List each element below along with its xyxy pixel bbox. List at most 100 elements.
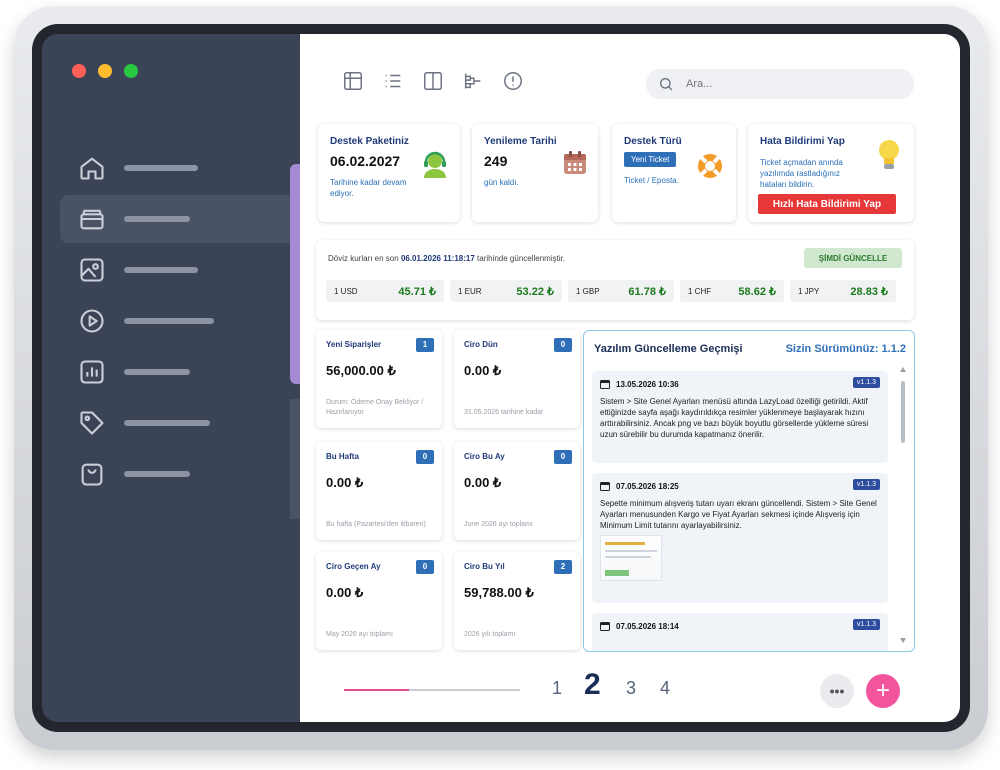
stat-count-badge: 0 (416, 560, 434, 574)
screen: Destek Paketiniz 06.02.2027 Tarihine kad… (42, 34, 960, 722)
entry-text: Sepette minimum alışveriş tutarı uyarı e… (600, 499, 877, 530)
update-entry: 07.05.2026 18:25 v1.1.3 Sepette minimum … (592, 473, 888, 603)
maximize-dot[interactable] (124, 64, 138, 78)
minimize-dot[interactable] (98, 64, 112, 78)
list-icon[interactable] (382, 70, 404, 92)
current-version: Sizin Sürümünüz: 1.1.2 (785, 343, 906, 355)
stat-card-revenue-this-month[interactable]: Ciro Bu Ay 0 0.00 ₺ June 2026 ayı toplam… (454, 442, 580, 540)
wallet-icon (80, 209, 104, 230)
version-tag: v1.1.3 (852, 479, 880, 490)
sidebar-item-wallet[interactable] (60, 195, 300, 243)
columns-icon[interactable] (422, 70, 444, 92)
page-4[interactable]: 4 (660, 678, 670, 699)
stat-value: 0.00 ₺ (464, 363, 502, 378)
calendar-icon (600, 622, 610, 631)
page-progress (344, 689, 520, 691)
scroll-down-icon[interactable] (900, 638, 906, 643)
update-entry: 07.05.2026 18:14 v1.1.3 (592, 613, 888, 651)
stat-count-badge: 0 (554, 450, 572, 464)
support-package-card: Destek Paketiniz 06.02.2027 Tarihine kad… (318, 124, 460, 222)
page-3[interactable]: 3 (626, 678, 636, 699)
lightbulb-icon (879, 140, 899, 169)
page-1[interactable]: 1 (552, 678, 562, 699)
currency-update-text: Döviz kurları en son 06.01.2026 11:18:17… (328, 254, 565, 263)
calendar-icon (600, 482, 610, 491)
sidebar-item-placeholder (124, 420, 210, 426)
sidebar-item-placeholder (124, 165, 198, 171)
alert-icon[interactable] (502, 70, 524, 92)
entry-date-text: 07.05.2026 18:25 (616, 481, 679, 491)
table-icon[interactable] (342, 70, 364, 92)
sidebar-item-shop[interactable] (60, 450, 300, 498)
currency-panel: Döviz kurları en son 06.01.2026 11:18:17… (316, 240, 914, 320)
stat-count-badge: 0 (554, 338, 572, 352)
search-bar[interactable] (646, 69, 914, 99)
close-dot[interactable] (72, 64, 86, 78)
stat-note: May 2026 ayı toplamı (326, 631, 393, 638)
card-title: Yenileme Tarihi (484, 136, 557, 147)
screenshot-thumbnail[interactable] (600, 535, 662, 581)
home-icon (80, 157, 104, 180)
stat-card-new-orders[interactable]: Yeni Siparişler 1 56,000.00 ₺ Durum: Öde… (316, 330, 442, 428)
card-note: Ticket açmadan anında yazılımda rastladı… (760, 158, 843, 189)
sidebar (42, 34, 304, 722)
sidebar-item-home[interactable] (60, 144, 300, 192)
stat-value: 56,000.00 ₺ (326, 363, 396, 378)
rate-chf: 1 CHF 58.62 ₺ (680, 280, 784, 302)
stat-value: 0.00 ₺ (464, 475, 502, 490)
entry-text: Sistem > Site Genel Ayarları menüsü altı… (600, 397, 869, 439)
stat-value: 59,788.00 ₺ (464, 585, 534, 600)
scroll-thumb[interactable] (901, 381, 905, 443)
quick-bug-report-button[interactable]: Hızlı Hata Bildirimi Yap (758, 194, 896, 214)
rate-value: 58.62 ₺ (738, 285, 776, 298)
sidebar-item-gallery[interactable] (60, 246, 300, 294)
card-title: Destek Paketiniz (330, 136, 409, 147)
stat-value: 0.00 ₺ (326, 585, 364, 600)
sidebar-item-media[interactable] (60, 297, 300, 345)
tablet-bezel: Destek Paketiniz 06.02.2027 Tarihine kad… (32, 24, 970, 732)
new-ticket-badge[interactable]: Yeni Ticket (624, 152, 677, 167)
lifebuoy-icon (698, 154, 722, 178)
rate-code: 1 USD (334, 286, 358, 296)
stat-card-revenue-yesterday[interactable]: Ciro Dün 0 0.00 ₺ 31.05.2026 tarihine ka… (454, 330, 580, 428)
stat-card-this-week[interactable]: Bu Hafta 0 0.00 ₺ Bu hafta (Pazartesi'de… (316, 442, 442, 540)
add-button[interactable]: + (866, 674, 900, 708)
tag-icon (80, 411, 104, 435)
rate-code: 1 JPY (798, 286, 820, 296)
rate-jpy: 1 JPY 28.83 ₺ (790, 280, 896, 302)
sidebar-item-placeholder (124, 369, 190, 375)
sidebar-item-placeholder (124, 471, 190, 477)
calendar-icon (564, 151, 586, 174)
main-panel: Destek Paketiniz 06.02.2027 Tarihine kad… (300, 34, 960, 722)
toolbar (342, 70, 524, 92)
currency-rates: 1 USD 45.71 ₺ 1 EUR 53.22 ₺ 1 GBP 61.78 ₺ 1… (326, 280, 896, 302)
scroll-up-icon[interactable] (900, 367, 906, 372)
sidebar-item-tags[interactable] (60, 399, 300, 447)
update-entry: 13.05.2026 10:36 v1.1.3 Sistem > Site Ge… (592, 371, 888, 463)
rate-value: 28.83 ₺ (850, 285, 888, 298)
chart-icon (80, 360, 104, 384)
entry-date: 07.05.2026 18:25 (600, 481, 880, 491)
hierarchy-icon[interactable] (462, 70, 484, 92)
search-icon (660, 78, 673, 91)
stat-value: 0.00 ₺ (326, 475, 364, 490)
page-progress-fill (344, 689, 410, 691)
rate-gbp: 1 GBP 61.78 ₺ (568, 280, 674, 302)
image-icon (80, 258, 104, 282)
page-2[interactable]: 2 (584, 668, 601, 702)
stat-card-revenue-last-month[interactable]: Ciro Geçen Ay 0 0.00 ₺ May 2026 ayı topl… (316, 552, 442, 650)
search-input[interactable] (686, 78, 886, 90)
stat-card-revenue-this-year[interactable]: Ciro Bu Yıl 2 59,788.00 ₺ 2026 yılı topl… (454, 552, 580, 650)
rate-code: 1 GBP (576, 286, 600, 296)
rate-value: 45.71 ₺ (398, 285, 436, 298)
update-now-button[interactable]: ŞİMDİ GÜNCELLE (804, 248, 902, 268)
stat-note: Durum: Ödeme Onay Bekliyor / Hazırlanıyo… (326, 399, 424, 416)
calendar-icon (600, 380, 610, 389)
more-options-button[interactable]: ••• (820, 674, 854, 708)
update-scrollbar[interactable] (900, 367, 906, 643)
stat-note: June 2026 ayı toplamı (464, 521, 533, 528)
sidebar-item-reports[interactable] (60, 348, 300, 396)
card-note: Tarihine kadar devam ediyor. (330, 178, 407, 198)
card-title: Destek Türü (624, 136, 682, 147)
stat-note: Bu hafta (Pazartesi'den itibaren) (326, 521, 426, 528)
